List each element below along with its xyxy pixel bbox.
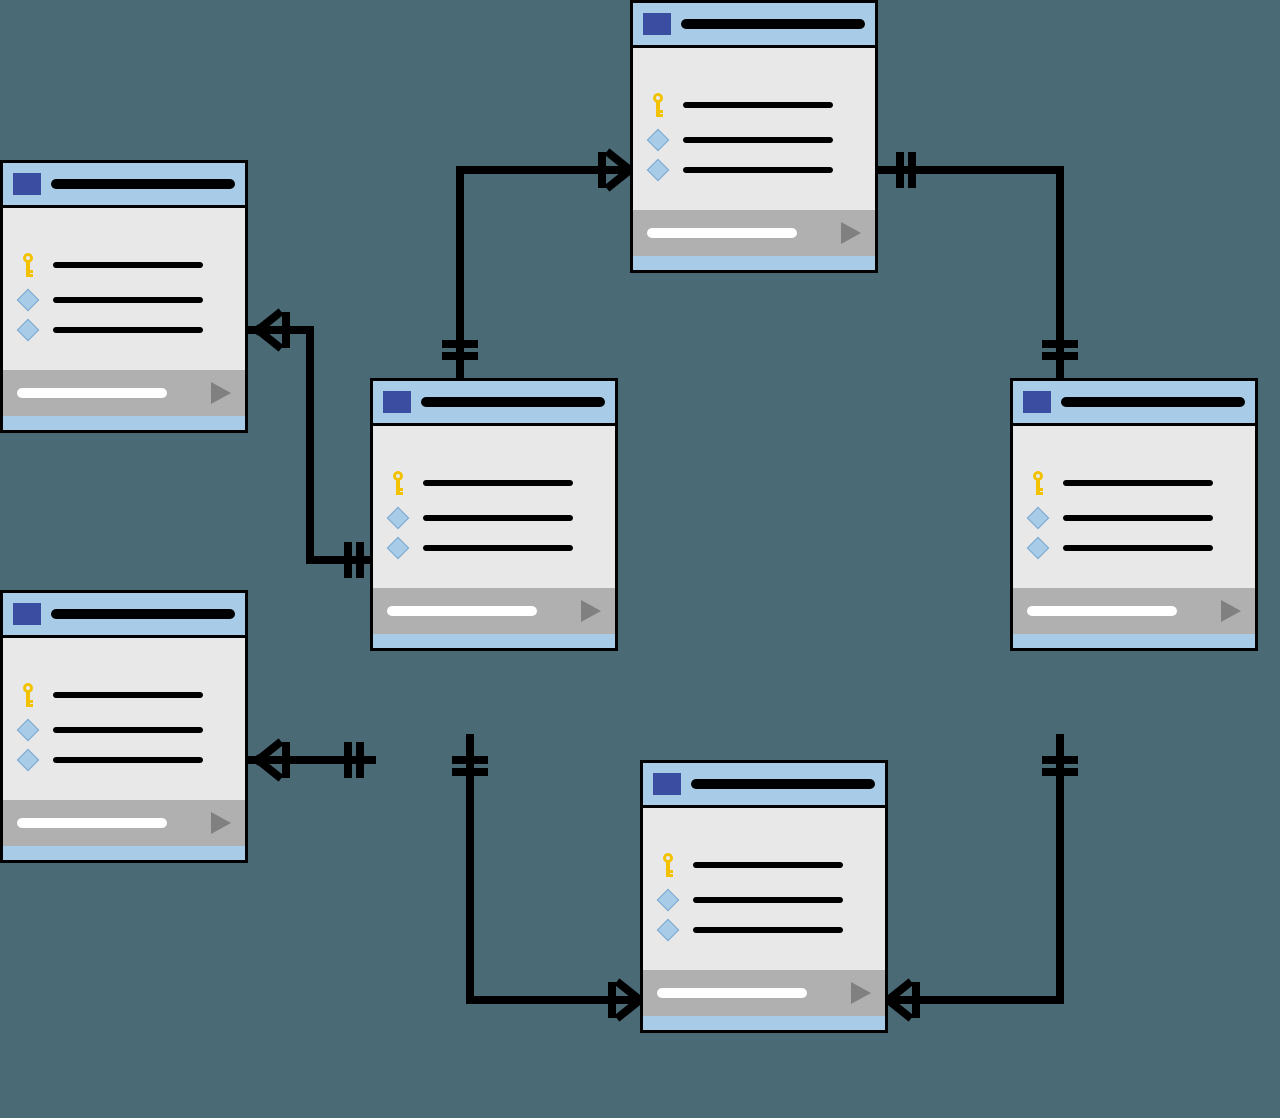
play-icon bbox=[581, 600, 601, 622]
diamond-icon bbox=[387, 537, 410, 560]
window-control-icon bbox=[13, 603, 41, 625]
diamond-icon bbox=[17, 319, 40, 342]
key-icon bbox=[390, 470, 406, 496]
key-icon bbox=[650, 92, 666, 118]
entity-title-bar bbox=[51, 179, 235, 189]
key-icon bbox=[1030, 470, 1046, 496]
footer-bar bbox=[17, 388, 167, 398]
diamond-icon bbox=[17, 749, 40, 772]
diamond-icon bbox=[657, 889, 680, 912]
play-icon bbox=[1221, 600, 1241, 622]
diamond-icon bbox=[647, 159, 670, 182]
entity-table bbox=[370, 378, 618, 651]
entity-title-bar bbox=[51, 609, 235, 619]
play-icon bbox=[851, 982, 871, 1004]
field-row bbox=[17, 322, 231, 338]
key-icon bbox=[660, 852, 676, 878]
entity-footer bbox=[3, 370, 245, 416]
entity-fields bbox=[3, 208, 245, 370]
diamond-icon bbox=[647, 129, 670, 152]
diamond-icon bbox=[1027, 507, 1050, 530]
play-icon bbox=[211, 812, 231, 834]
field-line bbox=[53, 297, 203, 303]
field-line bbox=[53, 262, 203, 268]
entity-header bbox=[3, 163, 245, 208]
entity-fields bbox=[3, 638, 245, 800]
entity-table bbox=[1010, 378, 1258, 651]
entity-table bbox=[630, 0, 878, 273]
entity-table bbox=[0, 160, 248, 433]
entity-table bbox=[640, 760, 888, 1033]
play-icon bbox=[841, 222, 861, 244]
window-control-icon bbox=[13, 173, 41, 195]
diamond-icon bbox=[17, 719, 40, 742]
key-icon bbox=[20, 252, 36, 278]
entity-bottom-strip bbox=[3, 416, 245, 430]
diamond-icon bbox=[657, 919, 680, 942]
play-icon bbox=[211, 382, 231, 404]
entity-header bbox=[3, 593, 245, 638]
diamond-icon bbox=[1027, 537, 1050, 560]
diamond-icon bbox=[17, 289, 40, 312]
entity-table bbox=[0, 590, 248, 863]
field-line bbox=[53, 327, 203, 333]
field-row bbox=[17, 292, 231, 308]
field-row bbox=[17, 252, 231, 278]
key-icon bbox=[20, 682, 36, 708]
diamond-icon bbox=[387, 507, 410, 530]
